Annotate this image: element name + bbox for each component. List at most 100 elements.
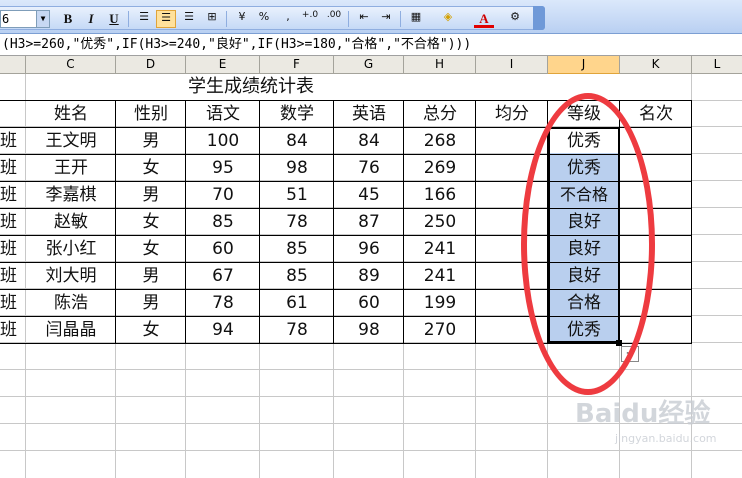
header-grade[interactable]: 等级 [548,101,620,127]
table-cell-grade[interactable]: 良好 [548,236,620,262]
table-cell-gender[interactable]: 女 [116,236,186,262]
table-cell-total[interactable]: 241 [404,236,476,262]
header-rank[interactable]: 名次 [620,101,692,127]
column-header-h[interactable]: H [404,56,476,74]
row-class-label[interactable]: 班 [0,155,26,181]
table-cell-english[interactable]: 45 [334,182,404,208]
table-cell-gender[interactable]: 男 [116,182,186,208]
header-name[interactable]: 姓名 [26,101,116,127]
currency-icon[interactable]: ¥ [232,10,252,28]
header-math[interactable]: 数学 [260,101,334,127]
bold-button[interactable]: B [58,10,78,28]
table-cell-total[interactable]: 199 [404,290,476,316]
toolbar-grip[interactable] [533,6,545,30]
table-cell-math[interactable]: 85 [260,263,334,289]
italic-button[interactable]: I [81,10,101,28]
table-cell-grade[interactable]: 不合格 [548,182,620,208]
table-cell-gender[interactable]: 男 [116,263,186,289]
table-cell-total[interactable]: 241 [404,263,476,289]
header-chinese[interactable]: 语文 [186,101,260,127]
merge-center-icon[interactable]: ⊞ [202,10,222,28]
table-cell-english[interactable]: 96 [334,236,404,262]
column-header-f[interactable]: F [260,56,334,74]
row-class-label[interactable]: 班 [0,236,26,262]
toolbar-options-icon[interactable]: ⚙ [505,10,525,28]
table-cell-grade[interactable]: 优秀 [548,128,620,154]
table-cell-name[interactable]: 王开 [26,155,116,181]
header-total[interactable]: 总分 [404,101,476,127]
row-class-label[interactable]: 班 [0,290,26,316]
table-cell-grade[interactable]: 良好 [548,263,620,289]
font-color-button[interactable]: A [474,10,494,28]
row-class-label[interactable]: 班 [0,182,26,208]
table-cell-grade[interactable]: 优秀 [548,317,620,343]
table-cell-name[interactable]: 李嘉棋 [26,182,116,208]
table-cell-math[interactable]: 85 [260,236,334,262]
font-size-select[interactable]: 6 ▼ [0,10,50,28]
table-cell-math[interactable]: 78 [260,317,334,343]
table-cell-math[interactable]: 78 [260,209,334,235]
table-cell-chinese[interactable]: 95 [186,155,260,181]
table-cell-total[interactable]: 250 [404,209,476,235]
row-class-label[interactable]: 班 [0,317,26,343]
table-cell-total[interactable]: 268 [404,128,476,154]
table-cell-gender[interactable]: 女 [116,209,186,235]
table-cell-name[interactable]: 刘大明 [26,263,116,289]
table-cell-chinese[interactable]: 78 [186,290,260,316]
table-cell-english[interactable]: 89 [334,263,404,289]
table-cell-total[interactable]: 166 [404,182,476,208]
row-class-label[interactable]: 班 [0,128,26,154]
table-cell-name[interactable]: 赵敏 [26,209,116,235]
underline-button[interactable]: U [104,10,124,28]
table-cell-english[interactable]: 87 [334,209,404,235]
column-header-e[interactable]: E [186,56,260,74]
column-header-partial[interactable] [0,56,26,74]
table-cell-name[interactable]: 闫晶晶 [26,317,116,343]
row-class-label[interactable]: 班 [0,209,26,235]
table-cell-gender[interactable]: 男 [116,290,186,316]
decrease-indent-icon[interactable]: ⇤ [354,10,374,28]
comma-style-button[interactable]: , [278,10,298,28]
table-cell-english[interactable]: 84 [334,128,404,154]
increase-indent-icon[interactable]: ⇥ [376,10,396,28]
table-cell-english[interactable]: 98 [334,317,404,343]
header-average[interactable]: 均分 [476,101,548,127]
table-cell-name[interactable]: 王文明 [26,128,116,154]
table-cell-math[interactable]: 61 [260,290,334,316]
table-cell-chinese[interactable]: 67 [186,263,260,289]
table-cell-chinese[interactable]: 94 [186,317,260,343]
table-cell-gender[interactable]: 女 [116,317,186,343]
table-cell-math[interactable]: 84 [260,128,334,154]
table-cell-gender[interactable]: 女 [116,155,186,181]
table-cell-grade[interactable]: 合格 [548,290,620,316]
column-header-k[interactable]: K [620,56,692,74]
percent-button[interactable]: % [254,10,274,28]
row-class-label[interactable]: 班 [0,263,26,289]
table-cell-name[interactable]: 陈浩 [26,290,116,316]
column-header-c[interactable]: C [26,56,116,74]
column-header-i[interactable]: I [476,56,548,74]
header-gender[interactable]: 性别 [116,101,186,127]
table-cell-name[interactable]: 张小红 [26,236,116,262]
borders-icon[interactable]: ▦ [406,10,426,28]
autofill-options-button[interactable]: + [621,346,639,362]
column-header-g[interactable]: G [334,56,404,74]
table-cell-total[interactable]: 269 [404,155,476,181]
column-header-d[interactable]: D [116,56,186,74]
decrease-decimal-button[interactable]: .00 [324,10,344,28]
table-cell-grade[interactable]: 优秀 [548,155,620,181]
table-cell-chinese[interactable]: 60 [186,236,260,262]
table-cell-chinese[interactable]: 100 [186,128,260,154]
table-cell-grade[interactable]: 良好 [548,209,620,235]
table-cell-chinese[interactable]: 70 [186,182,260,208]
chevron-down-icon[interactable]: ▼ [36,11,49,27]
header-english[interactable]: 英语 [334,101,404,127]
table-cell-math[interactable]: 51 [260,182,334,208]
column-header-j[interactable]: J [548,56,620,74]
table-cell-english[interactable]: 60 [334,290,404,316]
table-cell-gender[interactable]: 男 [116,128,186,154]
increase-decimal-button[interactable]: +.0 [300,10,320,28]
align-center-icon[interactable]: ☰ [156,10,176,28]
table-cell-chinese[interactable]: 85 [186,209,260,235]
align-left-icon[interactable]: ☰ [134,10,154,28]
